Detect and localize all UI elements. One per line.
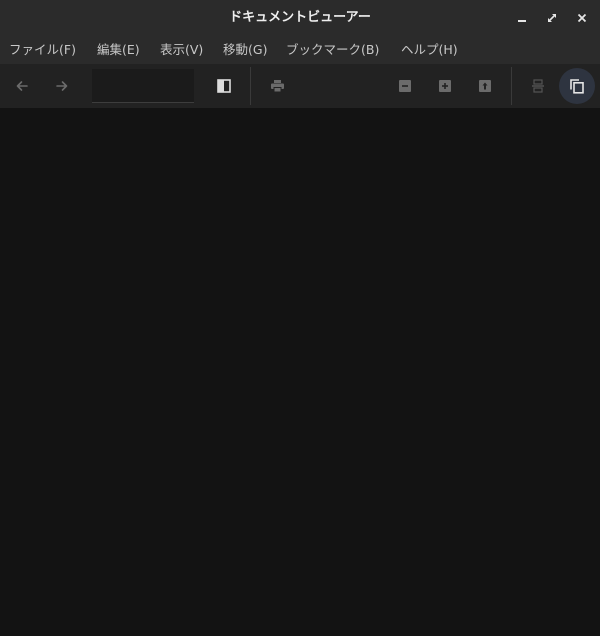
print-button[interactable] (263, 72, 291, 100)
sidebar-toggle-icon (217, 79, 231, 93)
zoom-fit-button[interactable] (471, 72, 499, 100)
close-icon (577, 13, 587, 23)
sidebar-toggle-button[interactable] (210, 72, 238, 100)
forward-button[interactable] (48, 72, 76, 100)
close-button[interactable] (573, 9, 591, 27)
arrow-right-icon (56, 81, 68, 91)
minimize-button[interactable] (513, 9, 531, 27)
toolbar-separator (511, 67, 512, 105)
menu-view[interactable]: 表示(V) (160, 36, 203, 64)
back-button[interactable] (8, 72, 36, 100)
dual-page-icon (570, 79, 584, 94)
printer-icon (270, 80, 284, 93)
toolbar (0, 64, 600, 108)
menu-edit[interactable]: 編集(E) (97, 36, 140, 64)
menu-go[interactable]: 移動(G) (223, 36, 267, 64)
menu-file[interactable]: ファイル(F) (9, 36, 76, 64)
document-viewer-window: ドキュメントビューアー ファイル(F) 編集(E) 表示(V) 移動(G) ブッ… (0, 0, 600, 636)
menu-bookmarks[interactable]: ブックマーク(B) (286, 36, 379, 64)
toolbar-separator (250, 67, 251, 105)
maximize-button[interactable] (543, 9, 561, 27)
zoom-fit-icon (479, 80, 491, 92)
zoom-in-button[interactable] (431, 72, 459, 100)
dual-page-toggle[interactable] (559, 68, 595, 104)
menu-bar: ファイル(F) 編集(E) 表示(V) 移動(G) ブックマーク(B) ヘルプ(… (0, 36, 600, 64)
continuous-scroll-button[interactable] (524, 72, 552, 100)
page-number-input[interactable] (92, 69, 194, 103)
window-title: ドキュメントビューアー (229, 10, 371, 25)
minimize-icon (518, 20, 526, 22)
arrow-left-icon (16, 81, 28, 91)
document-view[interactable] (0, 108, 600, 636)
menu-help[interactable]: ヘルプ(H) (401, 36, 458, 64)
zoom-out-icon (399, 80, 411, 92)
maximize-icon (548, 14, 556, 22)
zoom-out-button[interactable] (391, 72, 419, 100)
zoom-in-icon (439, 80, 451, 92)
continuous-scroll-icon (532, 79, 544, 93)
title-bar[interactable]: ドキュメントビューアー (0, 0, 600, 36)
